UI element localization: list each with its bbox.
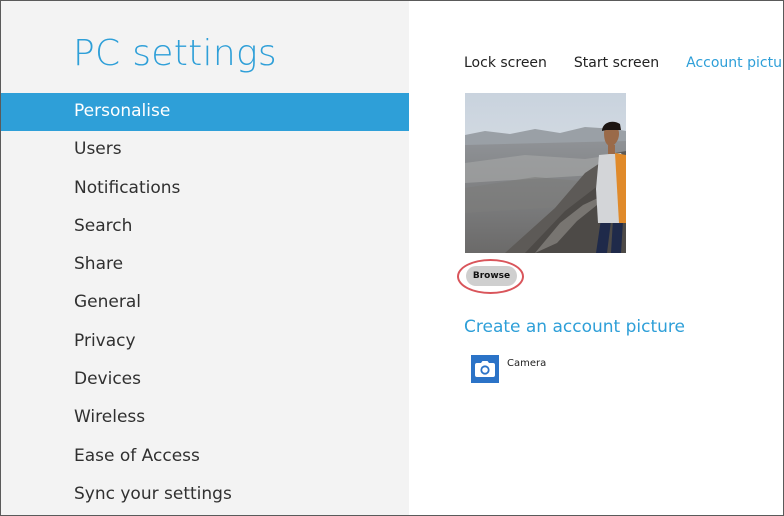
create-account-picture-heading: Create an account picture — [464, 317, 685, 337]
sidebar-item-ease-of-access[interactable]: Ease of Access — [1, 438, 409, 476]
sidebar-item-share[interactable]: Share — [1, 246, 409, 284]
page-title: PC settings — [73, 33, 277, 74]
sidebar-item-wireless[interactable]: Wireless — [1, 399, 409, 437]
camera-app-item[interactable]: Camera — [471, 355, 546, 383]
sidebar-item-personalise[interactable]: Personalise — [1, 93, 409, 132]
tab-lock-screen[interactable]: Lock screen — [464, 55, 547, 71]
sidebar-item-privacy[interactable]: Privacy — [1, 323, 409, 361]
tab-account-picture[interactable]: Account picture — [686, 55, 783, 71]
pc-settings-window: PC settings Personalise Users Notificati… — [0, 0, 784, 516]
browse-button[interactable]: Browse — [466, 266, 517, 286]
camera-app-label: Camera — [507, 358, 547, 369]
account-photo — [465, 93, 626, 253]
sidebar-item-sync-your-settings[interactable]: Sync your settings — [1, 476, 409, 514]
camera-icon — [471, 355, 499, 383]
sidebar-item-notifications[interactable]: Notifications — [1, 170, 409, 208]
personalise-panel: Lock screen Start screen Account picture — [409, 1, 783, 515]
sidebar-nav: Personalise Users Notifications Search S… — [1, 93, 409, 514]
sidebar-item-users[interactable]: Users — [1, 131, 409, 169]
sidebar-item-general[interactable]: General — [1, 284, 409, 322]
sidebar-item-devices[interactable]: Devices — [1, 361, 409, 399]
account-picture — [465, 93, 626, 253]
personalise-tabs: Lock screen Start screen Account picture — [464, 55, 783, 71]
tab-start-screen[interactable]: Start screen — [574, 55, 659, 71]
sidebar-item-search[interactable]: Search — [1, 208, 409, 246]
sidebar: PC settings Personalise Users Notificati… — [1, 1, 409, 515]
